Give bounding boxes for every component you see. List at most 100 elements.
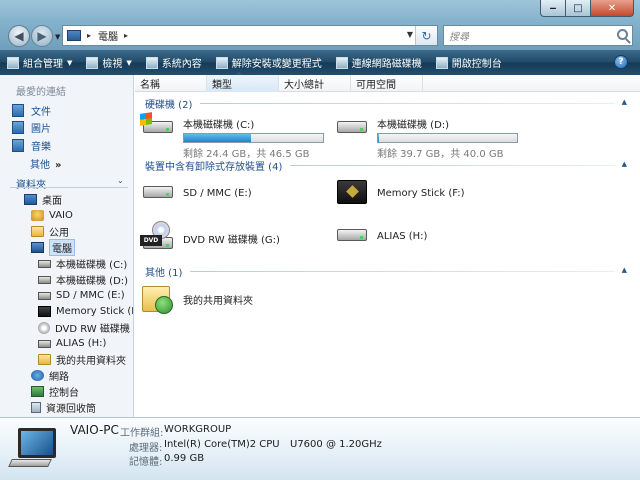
uninstall-icon — [215, 56, 228, 69]
folders-header[interactable]: 資料夾 — [16, 176, 46, 191]
uninstall-label: 解除安裝或變更程式 — [231, 59, 322, 70]
shared-folder-item[interactable]: 我的共用資料夾 — [140, 282, 253, 320]
group-header-hard-drives[interactable]: 硬碟機 (2) ▲ — [145, 96, 627, 111]
favorite-link-pictures[interactable]: 圖片 — [12, 120, 51, 135]
memory-stick-icon — [38, 306, 51, 317]
group-title: 其他 (1) — [145, 267, 183, 279]
recent-pages-dropdown[interactable]: ▼ — [55, 33, 60, 41]
collapse-icon[interactable]: ▲ — [622, 266, 627, 274]
column-header-total-size[interactable]: 大小總計 — [279, 75, 351, 92]
breadcrumb-computer[interactable]: 電腦 — [98, 28, 118, 43]
tree-item-drive-d[interactable]: 本機磁碟機 (D:) — [38, 272, 128, 287]
search-input[interactable]: 搜尋 — [449, 28, 469, 43]
desktop-icon — [24, 194, 37, 205]
chevron-down-icon[interactable]: ⌄ — [117, 176, 124, 185]
drive-g[interactable]: DVD DVD RW 磁碟機 (G:) — [140, 221, 280, 251]
minimize-button[interactable]: ‒ — [540, 0, 566, 17]
details-pane: VAIO-PC 工作群組: WORKGROUP 處理器: Intel(R) Co… — [0, 417, 640, 480]
open-control-panel-button[interactable]: 開啟控制台 — [429, 50, 509, 75]
column-header-name[interactable]: 名稱 — [135, 75, 207, 92]
address-dropdown-icon[interactable]: ▼ — [407, 30, 413, 39]
more-label: 其他 — [30, 160, 50, 171]
folder-icon — [31, 226, 44, 237]
group-header-removable-storage[interactable]: 裝置中含有卸除式存放裝置 (4) ▲ — [145, 158, 627, 173]
address-bar[interactable]: ▸ 電腦 ▸ ▼ ↻ — [62, 25, 438, 46]
tree-item-label: Memory Stick (F:) — [56, 306, 133, 317]
tree-item-drive-c[interactable]: 本機磁碟機 (C:) — [38, 256, 127, 271]
tree-item-drive-g[interactable]: DVD RW 磁碟機 (G:) — [38, 320, 133, 335]
tree-item-shared-folder[interactable]: 我的共用資料夾 — [38, 352, 126, 367]
column-header-free-space[interactable]: 可用空間 — [351, 75, 423, 92]
shared-folder-icon — [38, 354, 51, 365]
caption-buttons: ‒ □ ✕ — [540, 0, 634, 18]
tree-item-drive-h[interactable]: ALIAS (H:) — [38, 336, 106, 351]
refresh-icon: ↻ — [421, 28, 432, 43]
refresh-button[interactable]: ↻ — [415, 26, 437, 45]
drive-label: 本機磁碟機 (C:) — [183, 120, 255, 131]
help-icon[interactable]: ? — [614, 55, 628, 69]
favorite-link-label: 文件 — [31, 107, 51, 118]
tree-item-drive-f[interactable]: Memory Stick (F:) — [38, 304, 133, 319]
windows-hard-drive-icon — [140, 112, 176, 143]
favorite-link-label: 音樂 — [31, 142, 51, 153]
organize-button[interactable]: 組合管理 ▼ — [0, 50, 79, 75]
collapse-icon[interactable]: ▲ — [622, 160, 627, 168]
explorer-window: ‒ □ ✕ ◀ ▶ ▼ ▸ 電腦 ▸ ▼ ↻ 搜尋 組合管理 ▼ 檢視 ▼ 系統… — [0, 0, 640, 480]
back-button[interactable]: ◀ — [8, 25, 30, 47]
forward-button[interactable]: ▶ — [31, 25, 53, 47]
title-bar: ‒ □ ✕ ◀ ▶ ▼ ▸ 電腦 ▸ ▼ ↻ 搜尋 — [0, 0, 640, 50]
drive-e[interactable]: SD / MMC (E:) — [140, 178, 252, 208]
maximize-button[interactable]: □ — [566, 0, 591, 17]
network-icon — [31, 370, 44, 381]
drive-h[interactable]: ALIAS (H:) — [334, 221, 427, 251]
removable-drive-icon — [38, 291, 51, 300]
tree-item-network[interactable]: 網路 — [31, 368, 69, 383]
recycle-bin-icon — [31, 402, 41, 413]
tree-item-recycle-bin[interactable]: 資源回收筒 — [31, 400, 96, 415]
search-box[interactable]: 搜尋 — [443, 25, 633, 46]
double-chevron-icon: » — [55, 160, 62, 171]
drive-label: ALIAS (H:) — [377, 231, 428, 242]
favorite-link-documents[interactable]: 文件 — [12, 103, 51, 118]
removable-drive-icon — [140, 178, 176, 208]
group-header-other[interactable]: 其他 (1) ▲ — [145, 264, 627, 279]
tree-item-label: DVD RW 磁碟機 (G:) — [55, 324, 133, 335]
tree-item-vaio[interactable]: VAIO — [31, 208, 73, 223]
system-properties-button[interactable]: 系統內容 — [139, 50, 209, 75]
close-button[interactable]: ✕ — [591, 0, 634, 17]
search-icon[interactable] — [617, 29, 628, 40]
breadcrumb-chevron[interactable]: ▸ — [124, 31, 128, 40]
drive-label: Memory Stick (F:) — [377, 188, 465, 199]
drive-d[interactable]: 本機磁碟機 (D:) 剩餘 39.7 GB，共 40.0 GB — [334, 113, 518, 160]
folders-divider — [10, 187, 128, 188]
uninstall-program-button[interactable]: 解除安裝或變更程式 — [209, 50, 329, 75]
organize-label: 組合管理 — [23, 59, 63, 70]
shared-folder-icon — [140, 282, 176, 320]
collapse-icon[interactable]: ▲ — [622, 98, 627, 106]
control-panel-label: 開啟控制台 — [451, 59, 502, 70]
views-button[interactable]: 檢視 ▼ — [79, 50, 138, 75]
computer-icon — [67, 30, 81, 41]
hard-drive-icon — [38, 275, 51, 284]
group-divider — [290, 164, 615, 166]
drive-c[interactable]: 本機磁碟機 (C:) 剩餘 24.4 GB，共 46.5 GB — [140, 112, 324, 160]
tree-item-computer[interactable]: 電腦 — [31, 239, 75, 256]
drive-f[interactable]: Memory Stick (F:) — [334, 178, 465, 208]
music-icon — [12, 139, 24, 152]
column-header-type[interactable]: 類型 ^ — [207, 72, 279, 92]
map-drive-label: 連線網路磁碟機 — [351, 59, 422, 70]
tree-item-public[interactable]: 公用 — [31, 224, 69, 239]
tree-item-control-panel[interactable]: 控制台 — [31, 384, 79, 399]
breadcrumb-chevron[interactable]: ▸ — [87, 31, 91, 40]
tree-item-desktop[interactable]: 桌面 — [24, 192, 62, 207]
views-label: 檢視 — [102, 59, 123, 70]
dvd-badge: DVD — [140, 235, 162, 246]
favorite-link-music[interactable]: 音樂 — [12, 138, 51, 153]
drive-usage-bar — [377, 133, 518, 143]
memory-stick-icon — [334, 178, 370, 208]
tree-item-drive-e[interactable]: SD / MMC (E:) — [38, 288, 125, 303]
map-network-drive-button[interactable]: 連線網路磁碟機 — [329, 50, 429, 75]
user-folder-icon — [31, 210, 44, 221]
system-properties-label: 系統內容 — [161, 59, 202, 70]
favorite-links-more[interactable]: 其他 » — [30, 156, 61, 171]
